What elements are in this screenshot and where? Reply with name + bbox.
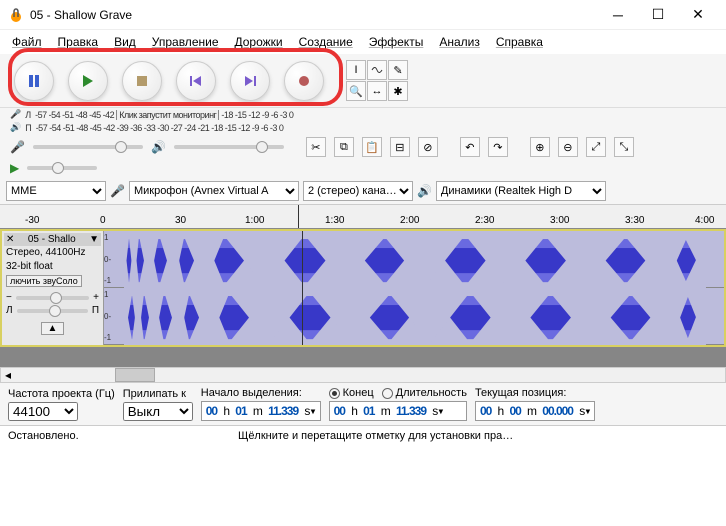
track-gain-slider[interactable]: [16, 296, 89, 300]
transport-toolbar: I ✎ 🔍 ↔ ✱: [0, 54, 726, 108]
menu-manage[interactable]: Управление: [146, 32, 225, 52]
waveform-left: [124, 233, 706, 288]
selection-end-time[interactable]: 00 h 01 m 11.339 s▾: [329, 401, 467, 421]
selection-end-radio[interactable]: Конец: [329, 387, 374, 399]
track-collapse-icon[interactable]: ✕: [6, 234, 14, 245]
selection-start-time[interactable]: 00 h 01 m 11.339 s▾: [201, 401, 321, 421]
app-icon: [8, 7, 24, 23]
meter-l-label: Л: [25, 110, 31, 120]
track-expand-icon[interactable]: ▲: [41, 322, 65, 335]
trim-icon[interactable]: ⊟: [390, 137, 410, 157]
envelope-tool-icon[interactable]: [367, 60, 387, 80]
menu-create[interactable]: Создание: [293, 32, 359, 52]
audio-host-select[interactable]: MME: [6, 181, 106, 201]
play-speed-slider[interactable]: [27, 166, 97, 170]
edit-tools: I ✎ 🔍 ↔ ✱: [346, 60, 408, 101]
multi-tool-icon[interactable]: ✱: [388, 81, 408, 101]
menubar: Файл Правка Вид Управление Дорожки Созда…: [0, 30, 726, 54]
menu-view[interactable]: Вид: [108, 32, 142, 52]
snap-to-label: Прилипать к: [123, 388, 193, 400]
selection-tool-icon[interactable]: I: [346, 60, 366, 80]
status-bar: Остановлено. Щёлкните и перетащите отмет…: [0, 425, 726, 446]
speaker-device-icon: 🔊: [417, 184, 432, 198]
project-rate-select[interactable]: 44100: [8, 402, 78, 421]
waveform-right: [124, 290, 706, 345]
playback-device-select[interactable]: Динамики (Realtek High D: [436, 181, 606, 201]
status-text: Остановлено.: [8, 430, 238, 442]
titlebar: 05 - Shallow Grave ─ ☐ ✕: [0, 0, 726, 30]
current-position-label: Текущая позиция:: [475, 387, 596, 399]
current-position-time[interactable]: 00 h 00 m 00.000 s▾: [475, 401, 596, 421]
paste-icon[interactable]: 📋: [362, 137, 382, 157]
skip-start-button[interactable]: [176, 61, 216, 101]
track-name[interactable]: 05 - Shallo: [28, 234, 76, 245]
mic-device-icon: 🎤: [110, 184, 125, 198]
cut-icon[interactable]: ✂: [306, 137, 326, 157]
waveform-display[interactable]: 10--1 10--1: [104, 231, 724, 345]
play-speed-toolbar: ▶: [0, 160, 726, 178]
track-pan-slider[interactable]: [17, 309, 88, 313]
menu-edit[interactable]: Правка: [52, 32, 105, 52]
speaker-icon: 🔊: [151, 140, 166, 154]
zoom-in-icon[interactable]: ⊕: [530, 137, 550, 157]
menu-tracks[interactable]: Дорожки: [229, 32, 289, 52]
zoom-out-icon[interactable]: ⊖: [558, 137, 578, 157]
menu-file[interactable]: Файл: [6, 32, 48, 52]
status-hint: Щёлкните и перетащите отметку для устано…: [238, 430, 513, 442]
playhead[interactable]: [298, 205, 299, 228]
skip-end-button[interactable]: [230, 61, 270, 101]
device-toolbar: MME 🎤 Микрофон (Avnex Virtual A 2 (стере…: [0, 178, 726, 205]
silence-icon[interactable]: ⊘: [418, 137, 438, 157]
meter-r-label: П: [25, 123, 31, 133]
track-control-panel: ✕ 05 - Shallo ▼ Стерео, 44100Hz 32-bit f…: [2, 231, 104, 345]
record-button[interactable]: [284, 61, 324, 101]
timeline-ruler[interactable]: -30 0 30 1:00 1:30 2:00 2:30 3:00 3:30 4…: [0, 205, 726, 229]
menu-effects[interactable]: Эффекты: [363, 32, 430, 52]
mixer-toolbar: 🎤 🔊 ✂ ⧉ 📋 ⊟ ⊘ ↶ ↷ ⊕ ⊖ ⤢ ⤡: [0, 134, 726, 160]
minimize-button[interactable]: ─: [598, 1, 638, 29]
timeshift-tool-icon[interactable]: ↔: [367, 81, 387, 101]
project-rate-label: Частота проекта (Гц): [8, 388, 115, 400]
recording-device-select[interactable]: Микрофон (Avnex Virtual A: [129, 181, 299, 201]
window-title: 05 - Shallow Grave: [30, 8, 598, 22]
copy-icon[interactable]: ⧉: [334, 137, 354, 157]
close-button[interactable]: ✕: [678, 1, 718, 29]
mic-meter-icon: 🎤: [10, 109, 21, 120]
scrollbar-thumb[interactable]: [115, 368, 155, 382]
track-area: ✕ 05 - Shallo ▼ Стерео, 44100Hz 32-bit f…: [0, 229, 726, 347]
selection-length-radio[interactable]: Длительность: [382, 387, 467, 399]
selection-toolbar: Частота проекта (Гц) 44100 Прилипать к В…: [0, 383, 726, 425]
zoom-tool-icon[interactable]: 🔍: [346, 81, 366, 101]
playback-meter[interactable]: 🔊 П -57 -54 -51 -48 -45 -42 -39 -36 -33 …: [0, 121, 726, 134]
cursor-line: [302, 231, 303, 345]
track-format-1: Стерео, 44100Hz: [4, 246, 101, 260]
fit-selection-icon[interactable]: ⤢: [586, 137, 606, 157]
draw-tool-icon[interactable]: ✎: [388, 60, 408, 80]
scroll-left-icon[interactable]: ◂: [1, 368, 15, 382]
play-button[interactable]: [68, 61, 108, 101]
play-speed-icon[interactable]: ▶: [10, 161, 19, 175]
mic-icon: 🎤: [10, 140, 25, 154]
recording-meter[interactable]: 🎤 Л -57 -54 -51 -48 -45 -42 Клик запусти…: [0, 108, 726, 121]
mute-solo-buttons[interactable]: лючить звуСоло: [6, 275, 82, 287]
stop-button[interactable]: [122, 61, 162, 101]
speaker-meter-icon: 🔊: [10, 122, 21, 133]
menu-analyze[interactable]: Анализ: [433, 32, 486, 52]
menu-help[interactable]: Справка: [490, 32, 549, 52]
horizontal-scrollbar[interactable]: ◂: [0, 367, 726, 383]
pause-button[interactable]: [14, 61, 54, 101]
redo-icon[interactable]: ↷: [488, 137, 508, 157]
snap-to-select[interactable]: Выкл: [123, 402, 193, 421]
recording-volume-slider[interactable]: [33, 145, 143, 149]
undo-icon[interactable]: ↶: [460, 137, 480, 157]
playback-volume-slider[interactable]: [174, 145, 284, 149]
track-format-2: 32-bit float: [4, 260, 101, 274]
recording-channels-select[interactable]: 2 (стерео) кана…: [303, 181, 413, 201]
maximize-button[interactable]: ☐: [638, 1, 678, 29]
selection-start-label: Начало выделения:: [201, 387, 321, 399]
track-menu-icon[interactable]: ▼: [89, 234, 99, 245]
fit-project-icon[interactable]: ⤡: [614, 137, 634, 157]
